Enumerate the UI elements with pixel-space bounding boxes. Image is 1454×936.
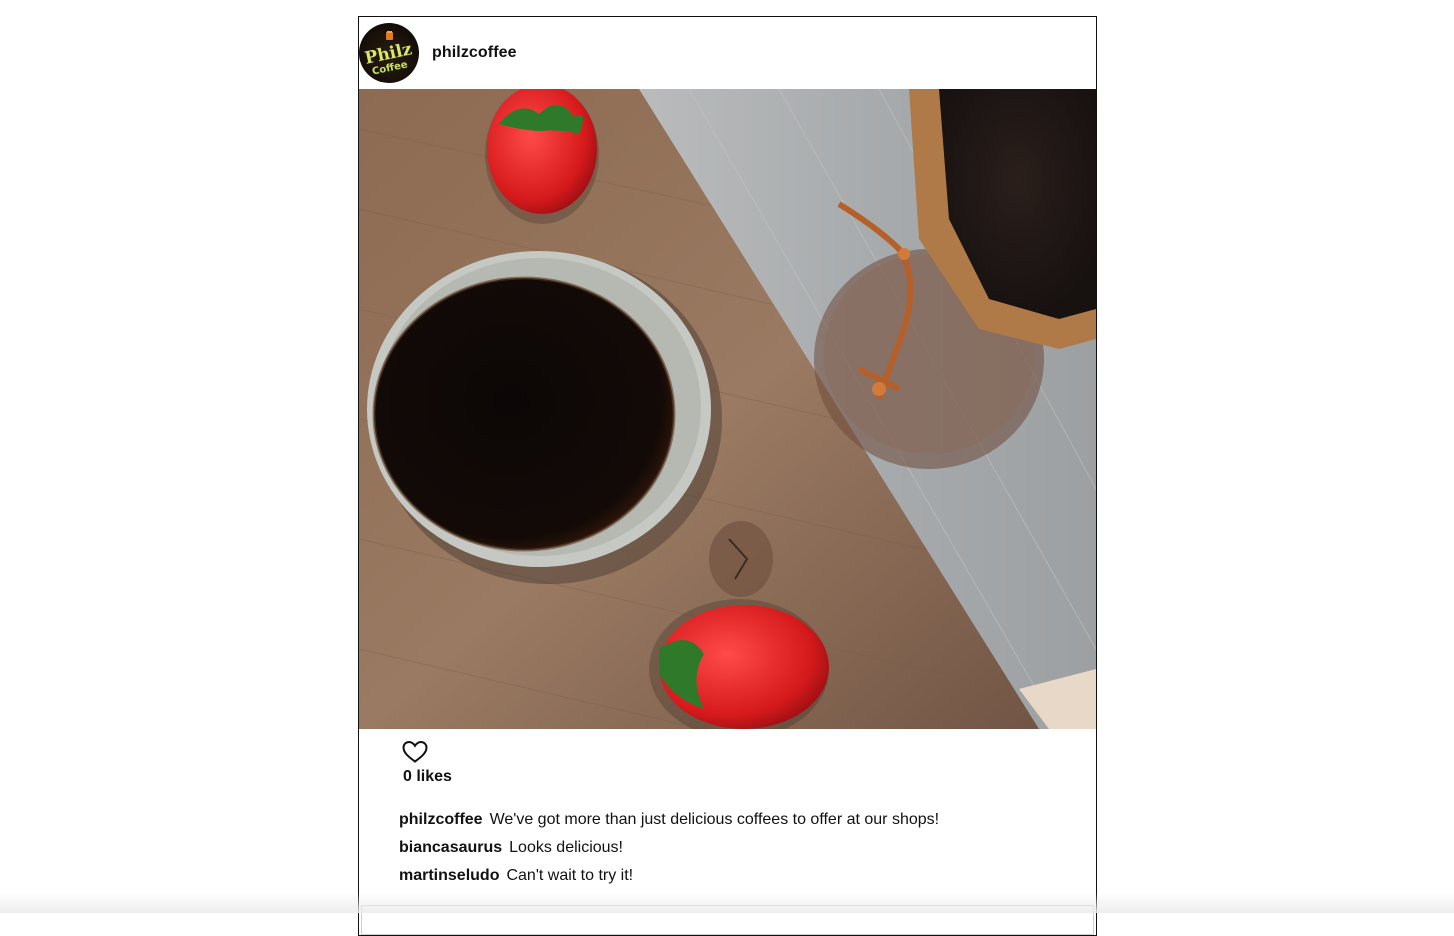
- post-image[interactable]: [359, 89, 1096, 729]
- coffee-photo: [359, 89, 1096, 729]
- comment-username[interactable]: biancasaurus: [399, 839, 502, 856]
- comment-username[interactable]: philzcoffee: [399, 811, 483, 828]
- comment: philzcoffee We've got more than just deli…: [399, 806, 939, 834]
- comment-text: We've got more than just delicious coffe…: [489, 811, 940, 828]
- comments-list: philzcoffee We've got more than just deli…: [399, 806, 939, 890]
- avatar[interactable]: Philz Coffee: [359, 23, 419, 83]
- comment: martinseludo Can't wait to try it!: [399, 862, 939, 890]
- comment-text: Can't wait to try it!: [506, 867, 634, 884]
- philz-logo-icon: Philz Coffee: [363, 31, 414, 78]
- likes-count: 0 likes: [403, 768, 452, 785]
- post-actions: 0 likes: [399, 738, 452, 786]
- post-card: Philz Coffee philzcoffee 0 likes philzco…: [358, 16, 1097, 936]
- comment-username[interactable]: martinseludo: [399, 867, 499, 884]
- comment-text: Looks delicious!: [509, 839, 623, 856]
- add-comment-input[interactable]: [361, 905, 1094, 935]
- heart-outline-icon[interactable]: [401, 738, 429, 766]
- comment: biancasaurus Looks delicious!: [399, 834, 939, 862]
- post-header: Philz Coffee philzcoffee: [359, 17, 1096, 89]
- post-username[interactable]: philzcoffee: [432, 44, 517, 62]
